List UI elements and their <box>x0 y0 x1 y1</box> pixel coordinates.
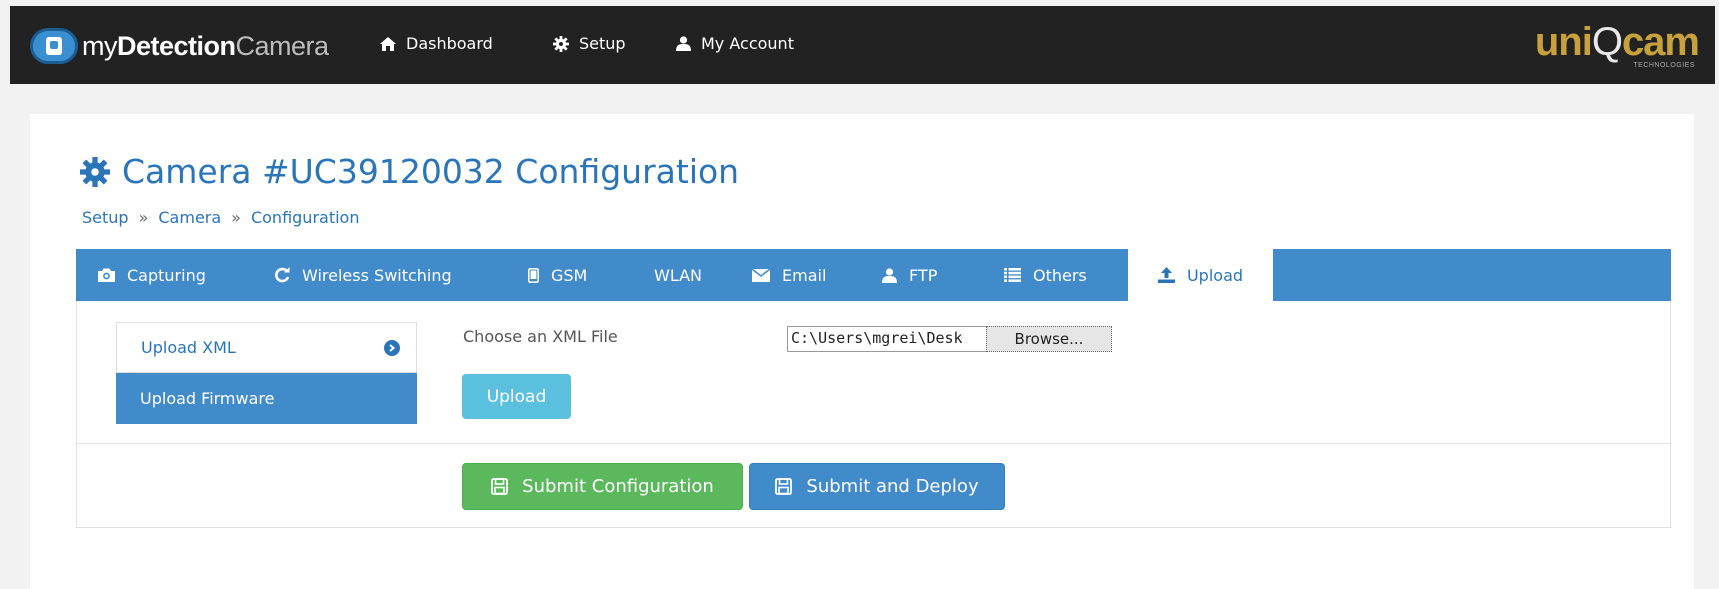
page-title: Camera #UC39120032 Configuration <box>80 152 739 191</box>
breadcrumb-separator: » <box>231 208 241 227</box>
side-menu-upload-xml[interactable]: Upload XML <box>116 322 417 373</box>
camera-logo-icon <box>30 28 78 64</box>
tab-label: GSM <box>551 265 588 285</box>
brand-logo: uniQcam <box>1534 20 1700 65</box>
browse-button[interactable]: Browse... <box>986 326 1112 352</box>
user-icon <box>676 36 691 51</box>
file-path-input[interactable]: C:\Users\mgrei\Desk <box>787 326 987 352</box>
list-icon <box>1004 268 1021 282</box>
home-icon <box>380 36 396 51</box>
side-menu-label: Upload Firmware <box>140 389 275 408</box>
nav-my-account[interactable]: My Account <box>676 34 794 53</box>
button-label: Submit and Deploy <box>806 476 979 497</box>
choose-file-label: Choose an XML File <box>463 327 618 346</box>
tab-gsm[interactable]: GSM <box>528 249 587 301</box>
button-label: Submit Configuration <box>522 476 714 497</box>
nav-setup-label: Setup <box>579 34 626 53</box>
nav-my-account-label: My Account <box>701 34 794 53</box>
tab-label: Capturing <box>127 265 206 285</box>
brand-tagline: TECHNOLOGIES <box>1633 62 1695 69</box>
gear-icon <box>553 35 569 52</box>
tab-label: WLAN <box>654 265 703 285</box>
breadcrumb-separator: » <box>138 208 149 227</box>
submit-configuration-button[interactable]: Submit Configuration <box>462 463 743 510</box>
page-title-text: Camera #UC39120032 Configuration <box>122 152 740 191</box>
tab-ftp[interactable]: FTP <box>882 249 937 301</box>
submit-and-deploy-button[interactable]: Submit and Deploy <box>749 463 1005 510</box>
logo-prefix: my <box>82 30 118 61</box>
tab-label: Email <box>782 265 827 285</box>
top-navbar: myDetectionCamera Dashboard Setup My Acc… <box>10 6 1715 84</box>
camera-icon <box>98 268 115 282</box>
breadcrumb-configuration: Configuration <box>250 208 360 227</box>
logo-text: myDetectionCamera <box>82 31 329 62</box>
chevron-right-circle-icon <box>384 340 400 356</box>
upload-icon <box>1157 267 1175 283</box>
divider <box>76 443 1671 444</box>
breadcrumb-setup[interactable]: Setup <box>82 208 129 227</box>
tab-wireless-switching[interactable]: Wireless Switching <box>274 249 452 301</box>
user-icon <box>882 267 897 283</box>
envelope-icon <box>752 268 770 282</box>
breadcrumb-camera[interactable]: Camera <box>158 208 221 227</box>
upload-button[interactable]: Upload <box>462 374 571 419</box>
tab-email[interactable]: Email <box>752 249 826 301</box>
logo-suffix: Camera <box>235 30 330 61</box>
nav-setup[interactable]: Setup <box>553 34 626 53</box>
tab-wlan[interactable]: WLAN <box>654 249 702 301</box>
tab-others[interactable]: Others <box>1004 249 1087 301</box>
nav-dashboard-label: Dashboard <box>406 34 493 53</box>
tab-capturing[interactable]: Capturing <box>98 249 206 301</box>
tab-label: Wireless Switching <box>302 265 452 285</box>
config-tabs: Capturing Wireless Switching GSM WLAN Em… <box>76 249 1671 301</box>
floppy-disk-icon <box>491 478 509 495</box>
brand-left: uni <box>1534 20 1593 64</box>
logo-bold: Detection <box>117 30 236 61</box>
phone-icon <box>528 267 539 283</box>
tab-upload[interactable]: Upload <box>1128 249 1273 301</box>
refresh-icon <box>275 267 290 283</box>
floppy-disk-icon <box>775 478 793 495</box>
tab-label: Upload <box>1186 265 1244 285</box>
brand-mid: Q <box>1591 20 1623 64</box>
gear-icon <box>80 156 110 187</box>
tab-label: Others <box>1033 265 1087 285</box>
breadcrumb: Setup » Camera » Configuration <box>82 208 359 227</box>
side-menu-label: Upload XML <box>141 338 236 357</box>
side-menu-upload-firmware[interactable]: Upload Firmware <box>116 373 417 424</box>
nav-dashboard[interactable]: Dashboard <box>380 34 493 53</box>
app-logo[interactable]: myDetectionCamera <box>30 26 329 66</box>
tab-label: FTP <box>909 265 938 285</box>
brand-right: cam <box>1621 20 1700 64</box>
